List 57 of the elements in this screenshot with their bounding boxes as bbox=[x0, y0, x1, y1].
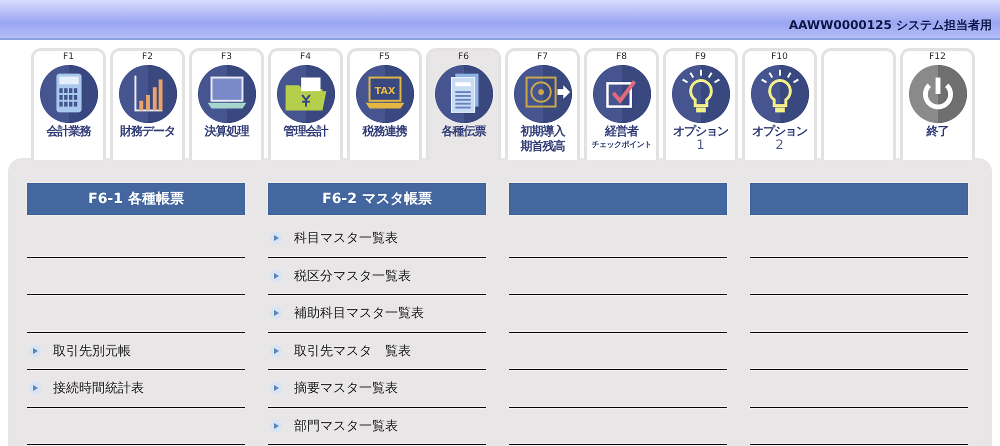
disc-icon bbox=[512, 64, 572, 124]
tab-label: 終了 bbox=[926, 124, 948, 139]
bar-chart-icon bbox=[118, 64, 178, 124]
tab-label: 財務データ bbox=[120, 124, 175, 139]
column-header: F6-1 各種帳票 bbox=[27, 183, 245, 215]
function-tab[interactable]: F12 終了 bbox=[900, 48, 975, 160]
checkbox-icon bbox=[592, 64, 652, 124]
function-tab[interactable]: F3 決算処理 bbox=[189, 48, 264, 160]
tab-label: 税務連携 bbox=[362, 124, 406, 139]
light-bulb-icon bbox=[670, 64, 730, 124]
tab-sublabel: 期首残高 bbox=[520, 139, 564, 154]
tab-label: 管理会計 bbox=[284, 124, 328, 139]
report-link[interactable]: 取引先マスタ 覧表 bbox=[294, 342, 411, 360]
light-bulb-icon bbox=[750, 64, 810, 124]
tab-sublabel: チェックポイント bbox=[592, 139, 652, 151]
bullet-icon bbox=[270, 307, 282, 320]
function-tab[interactable]: F9 オプション 1 bbox=[663, 48, 738, 160]
bullet-icon bbox=[270, 270, 282, 282]
bullet-icon bbox=[270, 382, 282, 394]
tab-label: オプション bbox=[673, 124, 728, 139]
function-tab[interactable]: F7 初期導入 期首残高 bbox=[505, 48, 580, 160]
report-link[interactable]: 摘要マスタ一覧表 bbox=[294, 379, 398, 398]
function-tab[interactable]: F6 各種伝票 bbox=[426, 48, 501, 160]
tab-label: 各種伝票 bbox=[442, 124, 486, 139]
calculator-icon bbox=[38, 64, 98, 124]
tab-label: 初期導入 bbox=[520, 124, 564, 139]
report-link[interactable]: 接続時間統計表 bbox=[53, 379, 144, 398]
tab-sublabel: 2 bbox=[775, 139, 784, 152]
function-tab[interactable]: F8 経営者 チェックポイント bbox=[584, 48, 659, 160]
bullet-icon bbox=[270, 344, 282, 357]
function-tab[interactable]: F2 財務データ bbox=[110, 48, 185, 160]
function-tab[interactable]: F4 管理会計 bbox=[268, 48, 343, 160]
report-link[interactable]: 取引先別元帳 bbox=[53, 342, 131, 360]
power-icon bbox=[908, 64, 968, 124]
function-tab[interactable]: F1 会計業務 bbox=[31, 48, 106, 160]
bullet-icon bbox=[29, 382, 41, 394]
report-link[interactable]: 補助科目マスタ一覧表 bbox=[294, 304, 424, 322]
tax-laptop-icon: TAX bbox=[354, 64, 414, 124]
tab-sublabel: 1 bbox=[696, 139, 705, 152]
report-link[interactable]: 税区分マスタ一覧表 bbox=[294, 266, 411, 285]
tab-label: 経営者 bbox=[605, 124, 638, 139]
bullet-icon bbox=[270, 232, 282, 244]
bullet-icon bbox=[29, 344, 41, 357]
document-icon bbox=[434, 64, 494, 124]
laptop-icon bbox=[196, 64, 256, 124]
function-tab[interactable]: F10 オプション 2 bbox=[742, 48, 817, 160]
column-header: F6-2 マスタ帳票 bbox=[268, 183, 486, 215]
tab-label: 決算処理 bbox=[204, 124, 248, 139]
tab-label: オプション bbox=[752, 124, 807, 139]
report-link[interactable]: 部門マスタ一覧表 bbox=[294, 416, 398, 435]
report-link[interactable]: 科目マスタ一覧表 bbox=[294, 229, 398, 248]
folder-icon bbox=[276, 64, 336, 124]
function-tab[interactable] bbox=[821, 48, 896, 160]
tab-label: 会計業務 bbox=[46, 124, 90, 139]
bullet-icon bbox=[270, 420, 282, 432]
user-info: AAWW0000125 システム担当者用 bbox=[788, 17, 992, 34]
function-tab[interactable]: F5 TAX 税務連携 bbox=[347, 48, 422, 160]
